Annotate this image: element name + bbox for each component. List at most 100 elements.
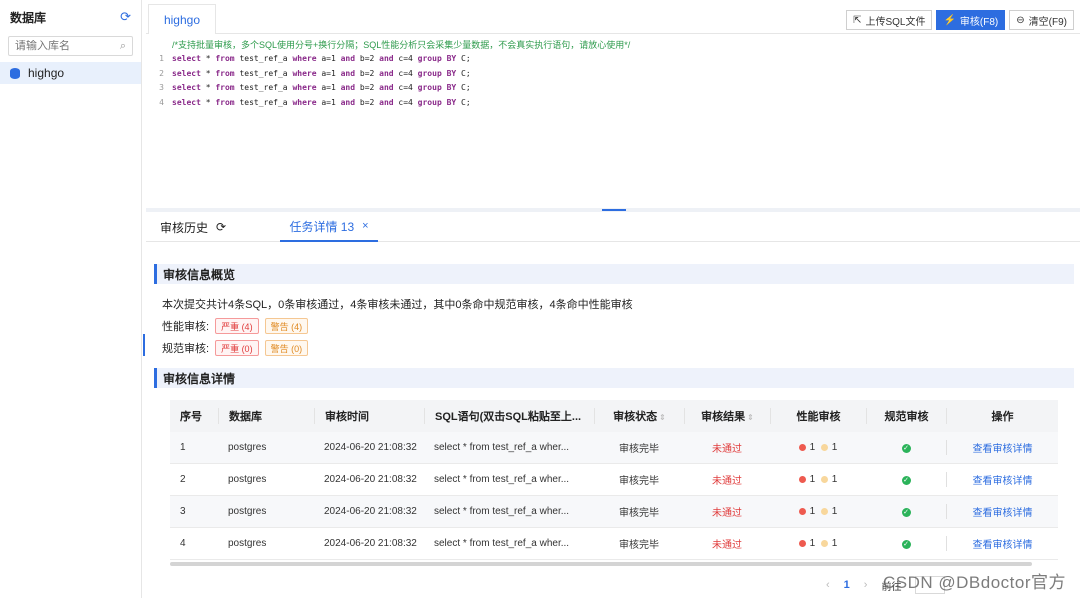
tab-audit-history[interactable]: 审核历史 ⟳ bbox=[160, 212, 226, 242]
code-comment: /*支持批量审核，多个SQL使用分号+换行分隔；SQL性能分析只会采集少量数据，… bbox=[172, 40, 631, 50]
cell-status: 审核完毕 bbox=[619, 476, 659, 487]
col-no: 序号 bbox=[180, 411, 202, 423]
cell-perf: 1 1 bbox=[770, 506, 866, 517]
cell-sql[interactable]: select * from test_ref_a wher... bbox=[424, 442, 594, 453]
search-icon[interactable]: ⌕ bbox=[120, 40, 126, 53]
cell-sql[interactable]: select * from test_ref_a wher... bbox=[424, 474, 594, 485]
sidebar-title: 数据库 bbox=[10, 10, 47, 25]
tab-audit-history-label: 审核历史 bbox=[160, 220, 209, 235]
spec-audit-row: 规范审核: 严重 (0) 警告 (0) bbox=[162, 340, 309, 356]
close-icon[interactable]: × bbox=[362, 220, 368, 232]
spec-audit-label: 规范审核: bbox=[162, 343, 210, 355]
page-current[interactable]: 1 bbox=[844, 579, 850, 591]
cell-sql[interactable]: select * from test_ref_a wher... bbox=[424, 538, 594, 549]
watermark: CSDN @DBdoctor官方 bbox=[882, 573, 1066, 592]
severe-dot-icon bbox=[798, 475, 806, 483]
col-status-label: 审核状态 bbox=[613, 411, 658, 423]
table-row[interactable]: 3 postgres 2024-06-20 21:08:32 select * … bbox=[170, 496, 1058, 528]
result-tabs: 审核历史 ⟳ 任务详情 13 × bbox=[146, 212, 1080, 242]
overview-title: 审核信息概览 bbox=[163, 267, 236, 282]
line-text: select * from test_ref_a where a=1 and b… bbox=[172, 97, 471, 107]
warn-dot-icon bbox=[820, 475, 828, 483]
audit-button[interactable]: ⚡ 审核(F8) bbox=[936, 10, 1006, 30]
cell-sql[interactable]: select * from test_ref_a wher... bbox=[424, 506, 594, 517]
table-row[interactable]: 4 postgres 2024-06-20 21:08:32 select * … bbox=[170, 528, 1058, 560]
cell-time: 2024-06-20 21:08:32 bbox=[324, 506, 417, 517]
sort-icon[interactable]: ⇕ bbox=[747, 413, 754, 422]
line-number: 2 bbox=[159, 68, 164, 78]
spec-warn-tag[interactable]: 警告 (0) bbox=[264, 340, 309, 356]
editor-tab-highgo[interactable]: highgo bbox=[148, 4, 216, 34]
perf-warn-count: 1 bbox=[831, 474, 838, 485]
tab-task-detail[interactable]: 任务详情 13 × bbox=[280, 212, 378, 242]
col-perf: 性能审核 bbox=[770, 408, 866, 424]
splitter-handle[interactable] bbox=[602, 209, 626, 211]
editor-tabbar: highgo ⇱ 上传SQL文件 ⚡ 审核(F8) ⊖ 清空(F9) bbox=[146, 0, 1080, 34]
upload-icon: ⇱ bbox=[853, 14, 862, 26]
view-detail-link[interactable]: 查看审核详情 bbox=[946, 472, 1058, 487]
line-number: 3 bbox=[159, 83, 164, 92]
code-area[interactable]: /*支持批量审核，多个SQL使用分号+换行分隔；SQL性能分析只会采集少量数据，… bbox=[146, 38, 1080, 110]
sidebar-item-highgo[interactable]: highgo bbox=[0, 62, 141, 84]
lightning-icon: ⚡ bbox=[943, 14, 956, 26]
tab-task-detail-label: 任务详情 13 bbox=[289, 219, 355, 234]
clear-label: 清空(F9) bbox=[1028, 16, 1067, 28]
view-detail-link[interactable]: 查看审核详情 bbox=[946, 536, 1058, 551]
cell-spec: ✓ bbox=[866, 442, 946, 453]
sort-icon[interactable]: ⇕ bbox=[659, 413, 666, 422]
database-search-input[interactable] bbox=[15, 40, 120, 52]
col-result[interactable]: 审核结果 ⇕ bbox=[684, 408, 770, 424]
spec-severe-tag[interactable]: 严重 (0) bbox=[215, 340, 259, 356]
table-row[interactable]: 2 postgres 2024-06-20 21:08:32 select * … bbox=[170, 464, 1058, 496]
perf-audit-label: 性能审核: bbox=[162, 321, 210, 333]
horizontal-scrollbar[interactable] bbox=[170, 562, 1032, 566]
database-search[interactable]: ⌕ bbox=[8, 36, 133, 56]
cell-result: 未通过 bbox=[712, 476, 742, 487]
code-line: 3 select * from test_ref_a where a=1 and… bbox=[146, 81, 1080, 96]
perf-warn-count: 1 bbox=[831, 506, 838, 517]
perf-severe-count: 1 bbox=[809, 538, 816, 549]
perf-warn-count: 1 bbox=[831, 442, 838, 453]
cell-no: 3 bbox=[180, 506, 186, 517]
line-number: 1 bbox=[159, 54, 164, 63]
refresh-icon[interactable]: ⟳ bbox=[120, 9, 131, 25]
table-row[interactable]: 1 postgres 2024-06-20 21:08:32 select * … bbox=[170, 432, 1058, 464]
perf-severe-count: 1 bbox=[809, 474, 816, 485]
view-detail-link[interactable]: 查看审核详情 bbox=[946, 440, 1058, 455]
perf-severe-count: 1 bbox=[809, 506, 816, 517]
col-time: 审核时间 bbox=[314, 408, 424, 424]
check-icon: ✓ bbox=[901, 508, 911, 517]
code-line: 1 select * from test_ref_a where a=1 and… bbox=[146, 52, 1080, 67]
code-line: 2 select * from test_ref_a where a=1 and… bbox=[146, 67, 1080, 82]
col-result-label: 审核结果 bbox=[701, 411, 746, 423]
next-page-icon[interactable]: › bbox=[864, 579, 868, 591]
database-icon bbox=[10, 67, 20, 79]
severe-dot-icon bbox=[798, 539, 806, 547]
view-detail-link[interactable]: 查看审核详情 bbox=[946, 504, 1058, 519]
sidebar-header: 数据库 ⟳ bbox=[0, 0, 141, 34]
editor-tab-label: highgo bbox=[163, 12, 201, 27]
cell-time: 2024-06-20 21:08:32 bbox=[324, 442, 417, 453]
col-op: 操作 bbox=[946, 408, 1058, 424]
line-text: select * from test_ref_a where a=1 and b… bbox=[172, 54, 471, 63]
result-panel: 审核历史 ⟳ 任务详情 13 × 审核信息概览 本次提交共计4条SQL，0条审核… bbox=[146, 212, 1080, 598]
cell-no: 1 bbox=[180, 442, 186, 453]
perf-severe-tag[interactable]: 严重 (4) bbox=[215, 318, 259, 334]
cell-time: 2024-06-20 21:08:32 bbox=[324, 474, 417, 485]
severe-dot-icon bbox=[798, 443, 806, 451]
col-status[interactable]: 审核状态 ⇕ bbox=[594, 408, 684, 424]
editor-toolbar: ⇱ 上传SQL文件 ⚡ 审核(F8) ⊖ 清空(F9) bbox=[846, 10, 1074, 30]
check-icon: ✓ bbox=[901, 444, 911, 453]
perf-warn-tag[interactable]: 警告 (4) bbox=[264, 318, 309, 334]
check-icon: ✓ bbox=[901, 476, 911, 485]
refresh-icon[interactable]: ⟳ bbox=[216, 220, 226, 234]
sidebar-item-label: highgo bbox=[28, 66, 65, 80]
cell-status: 审核完毕 bbox=[619, 508, 659, 519]
clear-button[interactable]: ⊖ 清空(F9) bbox=[1009, 10, 1074, 30]
upload-sql-button[interactable]: ⇱ 上传SQL文件 bbox=[846, 10, 933, 30]
upload-sql-label: 上传SQL文件 bbox=[865, 16, 926, 28]
cell-perf: 1 1 bbox=[770, 442, 866, 453]
col-sql: SQL语句(双击SQL粘贴至上... bbox=[424, 408, 594, 424]
perf-severe-count: 1 bbox=[809, 442, 816, 453]
prev-page-icon[interactable]: ‹ bbox=[826, 579, 830, 591]
